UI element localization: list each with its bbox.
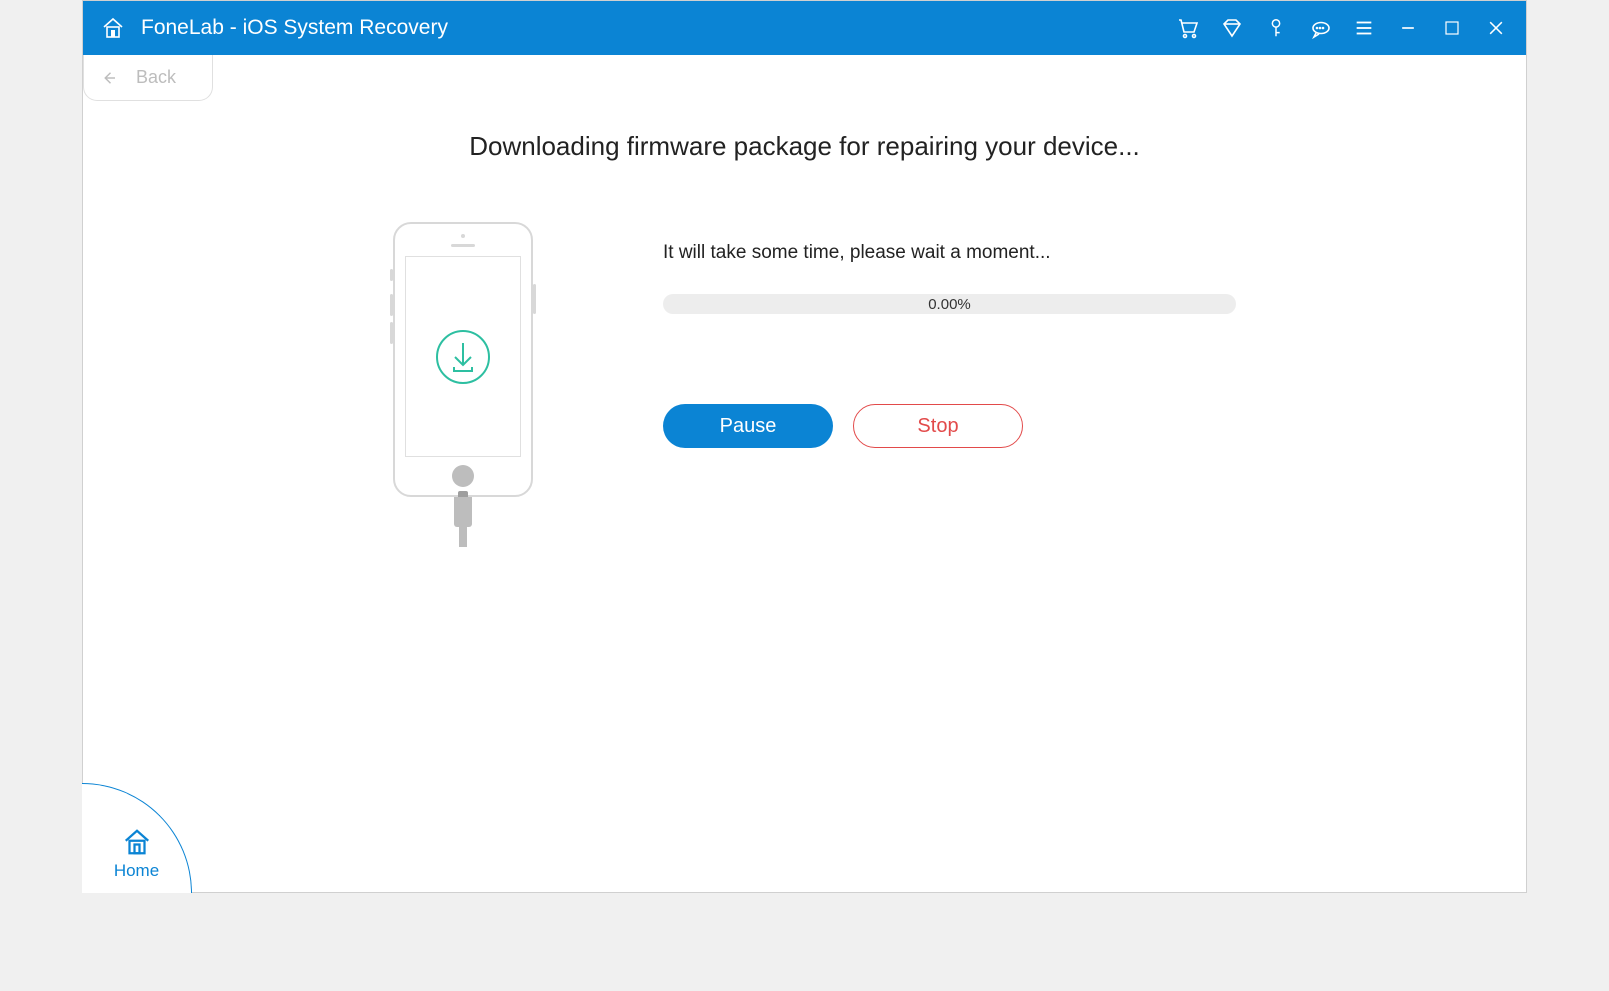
- diamond-icon[interactable]: [1220, 16, 1244, 40]
- app-title: FoneLab - iOS System Recovery: [141, 16, 448, 40]
- progress-column: It will take some time, please wait a mo…: [553, 242, 1526, 448]
- titlebar-left: FoneLab - iOS System Recovery: [101, 16, 448, 40]
- back-arrow-icon: [100, 69, 118, 87]
- titlebar: FoneLab - iOS System Recovery: [83, 1, 1526, 55]
- home-icon: [122, 827, 152, 857]
- pause-button[interactable]: Pause: [663, 404, 833, 448]
- progress-bar: 0.00%: [663, 294, 1236, 314]
- stop-button[interactable]: Stop: [853, 404, 1023, 448]
- app-window: FoneLab - iOS System Recovery: [82, 0, 1527, 893]
- cart-icon[interactable]: [1176, 16, 1200, 40]
- progress-percent: 0.00%: [928, 296, 971, 313]
- phone-illustration: [373, 222, 553, 547]
- page-heading: Downloading firmware package for repairi…: [83, 131, 1526, 162]
- main-row: It will take some time, please wait a mo…: [83, 242, 1526, 547]
- home-logo-icon: [101, 16, 125, 40]
- maximize-icon[interactable]: [1440, 16, 1464, 40]
- titlebar-right: [1176, 16, 1508, 40]
- close-icon[interactable]: [1484, 16, 1508, 40]
- minimize-icon[interactable]: [1396, 16, 1420, 40]
- back-label: Back: [136, 67, 176, 88]
- back-button[interactable]: Back: [83, 55, 213, 101]
- menu-icon[interactable]: [1352, 16, 1376, 40]
- home-label: Home: [114, 861, 159, 881]
- button-row: Pause Stop: [663, 404, 1426, 448]
- wait-text: It will take some time, please wait a mo…: [663, 242, 1426, 264]
- speech-icon[interactable]: [1308, 16, 1332, 40]
- content-area: Downloading firmware package for repairi…: [83, 101, 1526, 892]
- download-icon: [435, 329, 491, 385]
- key-icon[interactable]: [1264, 16, 1288, 40]
